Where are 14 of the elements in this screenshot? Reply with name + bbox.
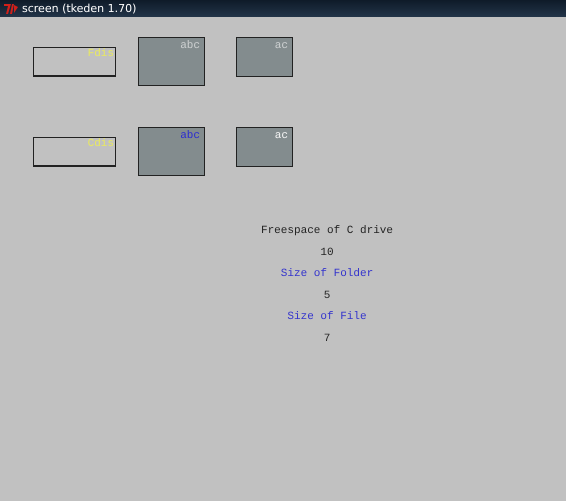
canvas-text: Size of Folder xyxy=(280,268,374,282)
canvas-text: Freespace of C drive xyxy=(260,225,394,239)
canvas-text: 7 xyxy=(324,332,330,347)
canvas-text: Size of File xyxy=(287,311,367,325)
panel-text: ac xyxy=(274,130,288,142)
canvas-text: 10 xyxy=(320,246,334,260)
window-title: screen (tkeden 1.70) xyxy=(22,1,136,17)
panel-text: abc xyxy=(180,40,200,52)
canvas-text: 5 xyxy=(324,290,330,304)
app-logo-icon xyxy=(4,2,18,14)
text-label: Fdis xyxy=(33,47,116,77)
text-label: Cdis xyxy=(33,137,116,167)
panel-text: ac xyxy=(274,40,288,52)
panel-text: abc xyxy=(180,130,200,142)
